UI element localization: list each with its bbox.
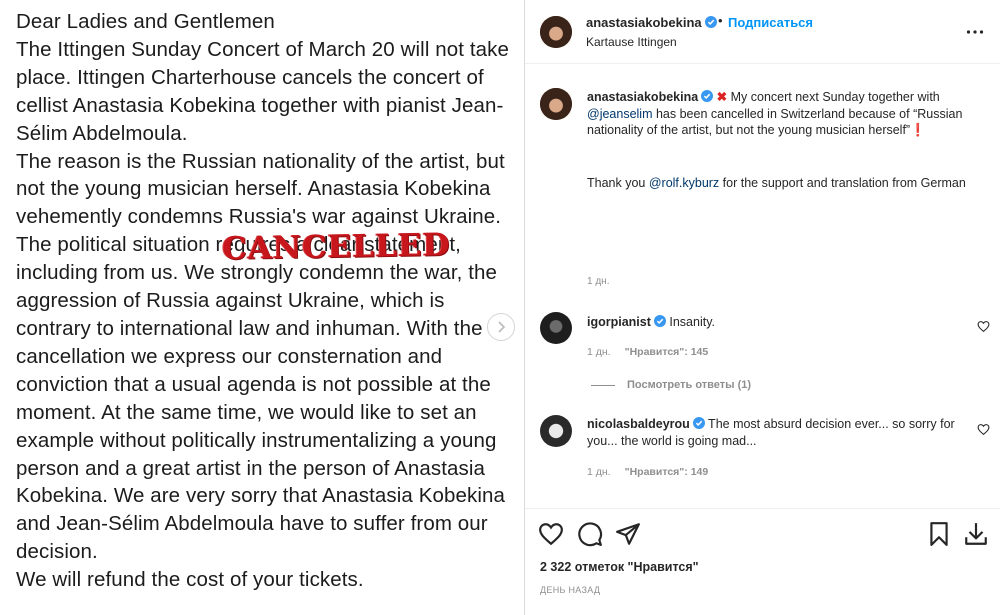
- post-date[interactable]: ДЕНЬ НАЗАД: [540, 585, 600, 595]
- post-text-paragraph: The political situation requires a clear…: [16, 233, 506, 564]
- comment-timestamp[interactable]: 1 дн.: [587, 346, 611, 358]
- comment-likes[interactable]: "Нравится": 145: [625, 346, 709, 358]
- post-actions: 2 322 отметок "Нравится" ДЕНЬ НАЗАД: [525, 508, 1000, 615]
- comment-body: Insanity.: [665, 315, 716, 329]
- comment-meta: 1 дн. "Нравится": 149: [587, 466, 722, 478]
- caption-text-part: Thank you: [587, 176, 649, 190]
- avatar[interactable]: [540, 312, 572, 344]
- post-text-paragraph: We will refund the cost of your tickets.: [16, 568, 364, 592]
- exclamation-emoji: ❗: [910, 123, 926, 137]
- post-image-text: Dear Ladies and Gentlemen The Ittingen S…: [16, 8, 516, 594]
- comment-username[interactable]: igorpianist: [587, 315, 651, 329]
- verified-badge-icon: [701, 90, 714, 102]
- caption-timestamp[interactable]: 1 дн.: [587, 276, 609, 287]
- replies-label: Посмотреть ответы (1): [627, 379, 752, 391]
- download-icon[interactable]: [963, 521, 989, 547]
- heart-icon[interactable]: [977, 423, 990, 436]
- post-text-paragraph: Dear Ladies and Gentlemen: [16, 10, 275, 33]
- avatar[interactable]: [540, 88, 572, 120]
- comment-likes[interactable]: "Нравится": 149: [625, 466, 709, 478]
- caption-text-part: My concert next Sunday together with: [727, 90, 940, 104]
- post-side-panel: anastasiakobekina • Подписаться Kartause…: [525, 0, 1000, 615]
- cancelled-stamp: CANCELLED: [221, 227, 451, 267]
- comment-username[interactable]: nicolasbaldeyrou: [587, 417, 690, 431]
- post-text-paragraph: The reason is the Russian nationality of…: [16, 149, 505, 229]
- replies-line: [591, 384, 615, 386]
- next-slide-button[interactable]: [487, 313, 515, 341]
- mention-link[interactable]: @jeanselim: [587, 107, 653, 121]
- comment-text: nicolasbaldeyrou The most absurd decisio…: [587, 416, 957, 449]
- heart-icon[interactable]: [977, 320, 990, 333]
- caption-thanks: Thank you @rolf.kyburz for the support a…: [587, 175, 987, 192]
- more-horizontal-icon[interactable]: [965, 22, 985, 42]
- verified-badge-icon: [704, 16, 717, 28]
- verified-badge-icon: [653, 315, 666, 327]
- bookmark-icon[interactable]: [926, 521, 952, 547]
- avatar[interactable]: [540, 415, 572, 447]
- separator-dot: •: [718, 13, 723, 28]
- chevron-right-icon: [498, 321, 506, 333]
- mention-link[interactable]: @rolf.kyburz: [649, 176, 719, 190]
- heart-icon[interactable]: [538, 521, 564, 547]
- verified-badge-icon: [692, 417, 705, 429]
- comment-text: igorpianist Insanity.: [587, 314, 957, 331]
- post-image: Dear Ladies and Gentlemen The Ittingen S…: [0, 0, 524, 615]
- location-link[interactable]: Kartause Ittingen: [586, 35, 677, 49]
- paper-plane-icon[interactable]: [615, 521, 641, 547]
- cross-mark-emoji: ✖: [716, 90, 728, 104]
- caption-username[interactable]: anastasiakobekina: [587, 90, 698, 104]
- comment-meta: 1 дн. "Нравится": 145: [587, 346, 722, 358]
- likes-count[interactable]: 2 322 отметок "Нравится": [540, 560, 699, 574]
- follow-button[interactable]: Подписаться: [728, 15, 813, 30]
- post-text-paragraph: The Ittingen Sunday Concert of March 20 …: [16, 37, 510, 145]
- post-header: anastasiakobekina • Подписаться Kartause…: [525, 0, 1000, 64]
- username[interactable]: anastasiakobekina: [586, 15, 702, 30]
- avatar[interactable]: [540, 16, 572, 48]
- view-replies-button[interactable]: Посмотреть ответы (1): [591, 379, 751, 391]
- caption-text: anastasiakobekina ✖ My concert next Sund…: [587, 89, 987, 139]
- caption-text-part: for the support and translation from Ger…: [719, 176, 966, 190]
- header-username-link[interactable]: anastasiakobekina: [586, 15, 717, 30]
- comments-scroll-area[interactable]: anastasiakobekina ✖ My concert next Sund…: [525, 65, 1000, 508]
- comment-timestamp[interactable]: 1 дн.: [587, 466, 611, 478]
- comment-bubble-icon[interactable]: [577, 521, 603, 547]
